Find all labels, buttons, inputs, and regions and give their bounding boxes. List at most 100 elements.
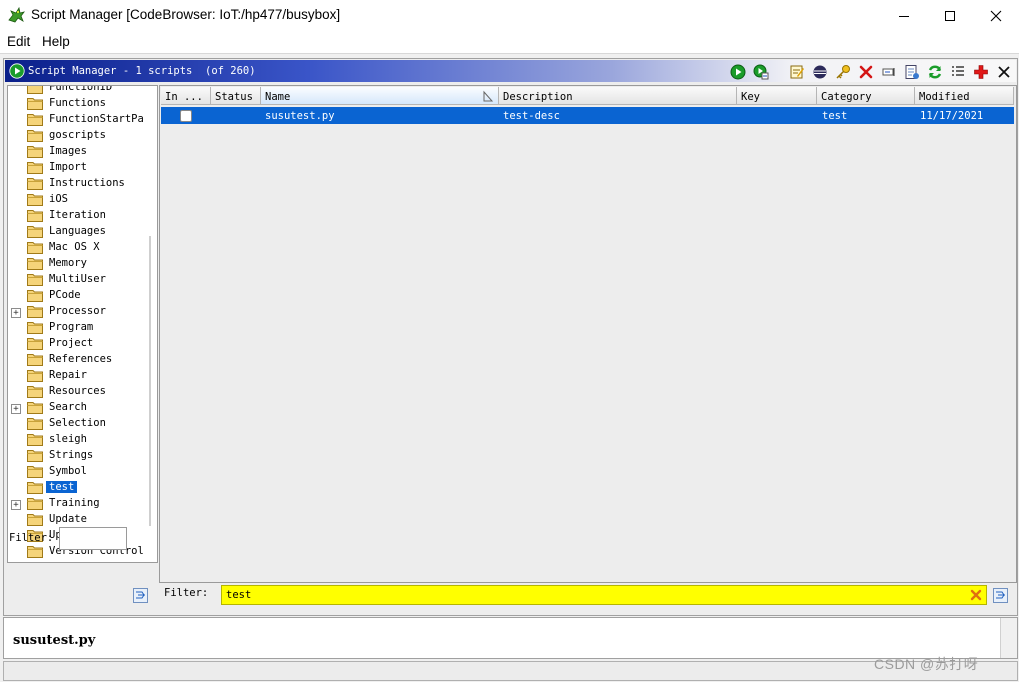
tree-item[interactable]: Languages — [8, 224, 157, 240]
folder-icon — [27, 258, 43, 270]
close-button[interactable] — [973, 0, 1019, 31]
tree-item[interactable]: Resources — [8, 384, 157, 400]
clear-filter-icon[interactable] — [970, 589, 982, 601]
tree-item[interactable]: Update — [8, 512, 157, 528]
folder-icon — [27, 561, 43, 563]
menu-edit[interactable]: Edit — [7, 34, 30, 49]
refresh-button[interactable] — [926, 63, 943, 80]
folder-icon — [27, 370, 43, 382]
tree-item[interactable]: + Search — [8, 400, 157, 416]
tree-item[interactable]: goscripts — [8, 128, 157, 144]
tree-item-label: Project — [49, 337, 94, 349]
column-header-in-tool[interactable]: In ... — [161, 87, 211, 105]
title-bar: Script Manager [CodeBrowser: IoT:/hp477/… — [0, 0, 1019, 31]
tree-item-label: Program — [49, 321, 94, 333]
tree-item[interactable]: Project — [8, 336, 157, 352]
menu-help[interactable]: Help — [42, 34, 70, 49]
window-title: Script Manager [CodeBrowser: IoT:/hp477/… — [31, 7, 341, 22]
delete-script-button[interactable] — [857, 63, 874, 80]
minimize-icon — [899, 15, 909, 17]
description-scrollbar[interactable] — [1000, 618, 1017, 658]
edit-script-button[interactable] — [788, 63, 805, 80]
folder-icon — [27, 354, 43, 366]
table-filter-options-button[interactable] — [993, 588, 1008, 603]
eclipse-button[interactable] — [811, 63, 828, 80]
tree-item[interactable]: Program — [8, 320, 157, 336]
tree-item[interactable]: test — [8, 480, 157, 496]
delete-script-icon — [859, 65, 872, 78]
folder-icon — [27, 514, 43, 526]
rename-button[interactable] — [880, 63, 897, 80]
tree-item[interactable]: Iteration — [8, 208, 157, 224]
tree-item[interactable]: References — [8, 352, 157, 368]
tree-item[interactable]: Import — [8, 160, 157, 176]
script-description-panel: susutest.py — [3, 617, 1018, 659]
tree-item-label: Strings — [49, 449, 94, 461]
tree-item[interactable]: Memory — [8, 256, 157, 272]
folder-icon — [27, 386, 43, 398]
run-script-button[interactable] — [729, 63, 746, 80]
run-last-script-button[interactable] — [752, 63, 769, 80]
maximize-button[interactable] — [927, 0, 973, 31]
column-header-status[interactable]: Status — [211, 87, 261, 105]
tree-item-label: sleigh — [49, 433, 87, 445]
run-last-script-icon — [753, 64, 768, 79]
table-filter-input[interactable]: test — [221, 585, 987, 605]
tree-item-label: goscripts — [49, 129, 106, 141]
column-header-description[interactable]: Description — [499, 87, 737, 105]
tree-item[interactable]: Repair — [8, 368, 157, 384]
tree-item[interactable]: Instructions — [8, 176, 157, 192]
tree-item-label: Search — [49, 401, 87, 413]
script-directories-icon — [951, 65, 964, 76]
folder-icon — [27, 482, 43, 494]
folder-icon — [27, 210, 43, 222]
folder-icon — [27, 450, 43, 462]
column-header-modified[interactable]: Modified — [915, 87, 1014, 105]
expand-toggle-icon[interactable]: + — [11, 500, 21, 510]
tree-item[interactable]: VxWorks — [8, 560, 157, 563]
tree-item[interactable]: Selection — [8, 416, 157, 432]
folder-icon — [27, 98, 43, 110]
column-header-name[interactable]: Name — [261, 87, 499, 105]
expand-toggle-icon[interactable]: + — [11, 404, 21, 414]
folder-icon — [27, 306, 43, 318]
minimize-button[interactable] — [881, 0, 927, 31]
expand-toggle-icon[interactable]: + — [11, 308, 21, 318]
tree-filter-options-button[interactable] — [133, 588, 148, 603]
tree-item[interactable]: sleigh — [8, 432, 157, 448]
tree-item[interactable]: Symbol — [8, 464, 157, 480]
column-header-category[interactable]: Category — [817, 87, 915, 105]
new-script-icon — [905, 64, 919, 79]
tree-item-label: Update — [49, 513, 87, 525]
tree-vertical-scrollbar[interactable] — [149, 236, 151, 526]
tree-item[interactable]: FunctionID — [8, 86, 157, 96]
add-button[interactable] — [972, 63, 989, 80]
tree-item-label: Resources — [49, 385, 106, 397]
category-tree[interactable]: FunctionID Functions FunctionStartPa goscri… — [7, 85, 158, 563]
close-panel-button[interactable] — [995, 63, 1012, 80]
tree-item[interactable]: MultiUser — [8, 272, 157, 288]
tree-item[interactable]: iOS — [8, 192, 157, 208]
script-directories-button[interactable] — [949, 63, 966, 80]
column-header-key[interactable]: Key — [737, 87, 817, 105]
maximize-icon — [945, 10, 955, 21]
tree-item-label: Selection — [49, 417, 106, 429]
tree-item[interactable]: Functions — [8, 96, 157, 112]
tree-item[interactable]: Strings — [8, 448, 157, 464]
tree-item[interactable]: PCode — [8, 288, 157, 304]
tree-item[interactable]: Mac OS X — [8, 240, 157, 256]
tree-item[interactable]: FunctionStartPa — [8, 112, 157, 128]
tree-item[interactable]: + Processor — [8, 304, 157, 320]
tree-item[interactable]: Images — [8, 144, 157, 160]
cell-name: susutest.py — [265, 110, 335, 122]
tree-item[interactable]: + Training — [8, 496, 157, 512]
ghidra-dragon-icon — [8, 6, 25, 23]
folder-icon — [27, 498, 43, 510]
table-row[interactable]: susutest.py test-desc test 11/17/2021 — [161, 107, 1014, 124]
key-binding-button[interactable] — [834, 63, 851, 80]
folder-icon — [27, 194, 43, 206]
new-script-button[interactable] — [903, 63, 920, 80]
tree-filter-input[interactable] — [59, 527, 127, 550]
rename-icon — [882, 67, 894, 76]
in-tool-checkbox[interactable] — [180, 110, 192, 122]
